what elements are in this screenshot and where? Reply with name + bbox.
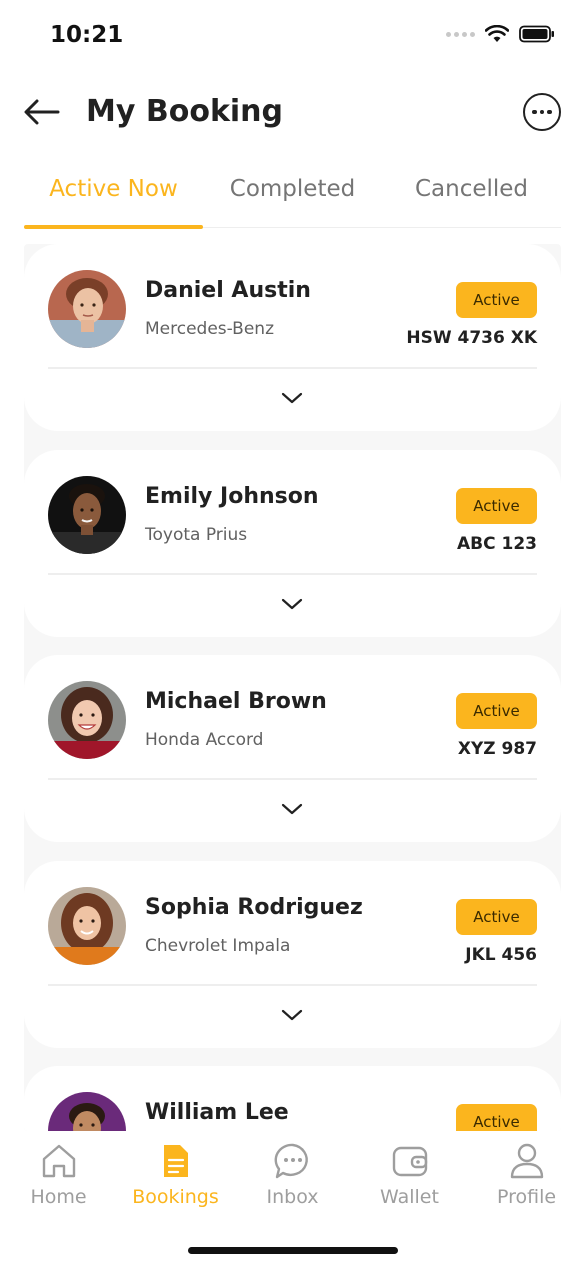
booking-card[interactable]: Daniel Austin Mercedes-Benz Active HSW 4… bbox=[24, 244, 561, 431]
car-model: Mercedes-Benz bbox=[145, 319, 275, 339]
status-badge: Active bbox=[456, 488, 537, 524]
status-badge: Active bbox=[456, 1104, 537, 1131]
person-icon bbox=[510, 1143, 543, 1179]
booking-card[interactable]: William Lee Active bbox=[24, 1066, 561, 1131]
nav-inbox[interactable]: Inbox bbox=[234, 1141, 351, 1208]
driver-name: Daniel Austin bbox=[145, 278, 311, 303]
signal-icon bbox=[446, 31, 475, 37]
home-icon bbox=[42, 1144, 75, 1178]
nav-label: Bookings bbox=[132, 1186, 219, 1208]
chat-icon bbox=[274, 1143, 308, 1179]
tab-completed[interactable]: Completed bbox=[203, 160, 382, 227]
wifi-icon bbox=[485, 25, 509, 42]
avatar bbox=[48, 270, 126, 348]
home-indicator bbox=[188, 1247, 398, 1254]
document-icon bbox=[163, 1145, 188, 1177]
more-dot bbox=[532, 109, 537, 115]
nav-profile[interactable]: Profile bbox=[468, 1141, 585, 1208]
chevron-down-icon[interactable] bbox=[280, 801, 304, 817]
avatar bbox=[48, 1092, 126, 1131]
nav-label: Wallet bbox=[380, 1186, 439, 1208]
avatar bbox=[48, 476, 126, 554]
license-plate: XYZ 987 bbox=[457, 739, 537, 759]
avatar bbox=[48, 887, 126, 965]
status-badge: Active bbox=[456, 899, 537, 935]
chevron-down-icon[interactable] bbox=[280, 596, 304, 612]
avatar bbox=[48, 681, 126, 759]
header: My Booking bbox=[0, 80, 585, 146]
divider bbox=[48, 573, 537, 575]
status-badge: Active bbox=[456, 282, 537, 318]
status-bar: 10:21 bbox=[0, 0, 585, 70]
driver-name: William Lee bbox=[145, 1100, 289, 1125]
nav-label: Home bbox=[30, 1186, 87, 1208]
back-arrow-icon bbox=[24, 99, 60, 125]
chevron-down-icon[interactable] bbox=[280, 1007, 304, 1023]
car-model: Toyota Prius bbox=[145, 525, 248, 545]
booking-card[interactable]: Michael Brown Honda Accord Active XYZ 98… bbox=[24, 655, 561, 842]
driver-name: Emily Johnson bbox=[145, 484, 319, 509]
status-icons bbox=[446, 25, 555, 43]
nav-home[interactable]: Home bbox=[0, 1141, 117, 1208]
nav-wallet[interactable]: Wallet bbox=[351, 1141, 468, 1208]
more-dot bbox=[539, 109, 545, 115]
booking-tabs: Active Now Completed Cancelled bbox=[24, 160, 561, 229]
divider bbox=[48, 367, 537, 369]
status-time: 10:21 bbox=[50, 22, 124, 48]
tab-cancelled[interactable]: Cancelled bbox=[382, 160, 561, 227]
divider bbox=[48, 778, 537, 780]
license-plate: HSW 4736 XK bbox=[406, 328, 537, 348]
driver-name: Sophia Rodriguez bbox=[145, 895, 363, 920]
nav-label: Profile bbox=[496, 1186, 557, 1208]
page-title: My Booking bbox=[86, 94, 284, 129]
nav-bookings[interactable]: Bookings bbox=[117, 1141, 234, 1208]
driver-name: Michael Brown bbox=[145, 689, 327, 714]
battery-icon bbox=[519, 25, 554, 43]
booking-card[interactable]: Emily Johnson Toyota Prius Active ABC 12… bbox=[24, 450, 561, 637]
booking-list[interactable]: Daniel Austin Mercedes-Benz Active HSW 4… bbox=[24, 244, 561, 1131]
license-plate: JKL 456 bbox=[465, 945, 537, 965]
wallet-icon bbox=[392, 1146, 427, 1177]
car-model: Honda Accord bbox=[145, 730, 264, 750]
more-dot bbox=[547, 109, 552, 115]
divider bbox=[48, 984, 537, 986]
status-badge: Active bbox=[456, 693, 537, 729]
nav-label: Inbox bbox=[266, 1186, 319, 1208]
license-plate: ABC 123 bbox=[457, 534, 537, 554]
more-options-button[interactable] bbox=[523, 93, 561, 131]
tab-active-now[interactable]: Active Now bbox=[24, 160, 203, 229]
booking-card[interactable]: Sophia Rodriguez Chevrolet Impala Active… bbox=[24, 861, 561, 1048]
back-button[interactable] bbox=[22, 94, 62, 130]
bottom-navigation: Home Bookings Inbox Wallet Profile bbox=[0, 1131, 585, 1266]
chevron-down-icon[interactable] bbox=[280, 390, 304, 406]
car-model: Chevrolet Impala bbox=[145, 936, 291, 956]
